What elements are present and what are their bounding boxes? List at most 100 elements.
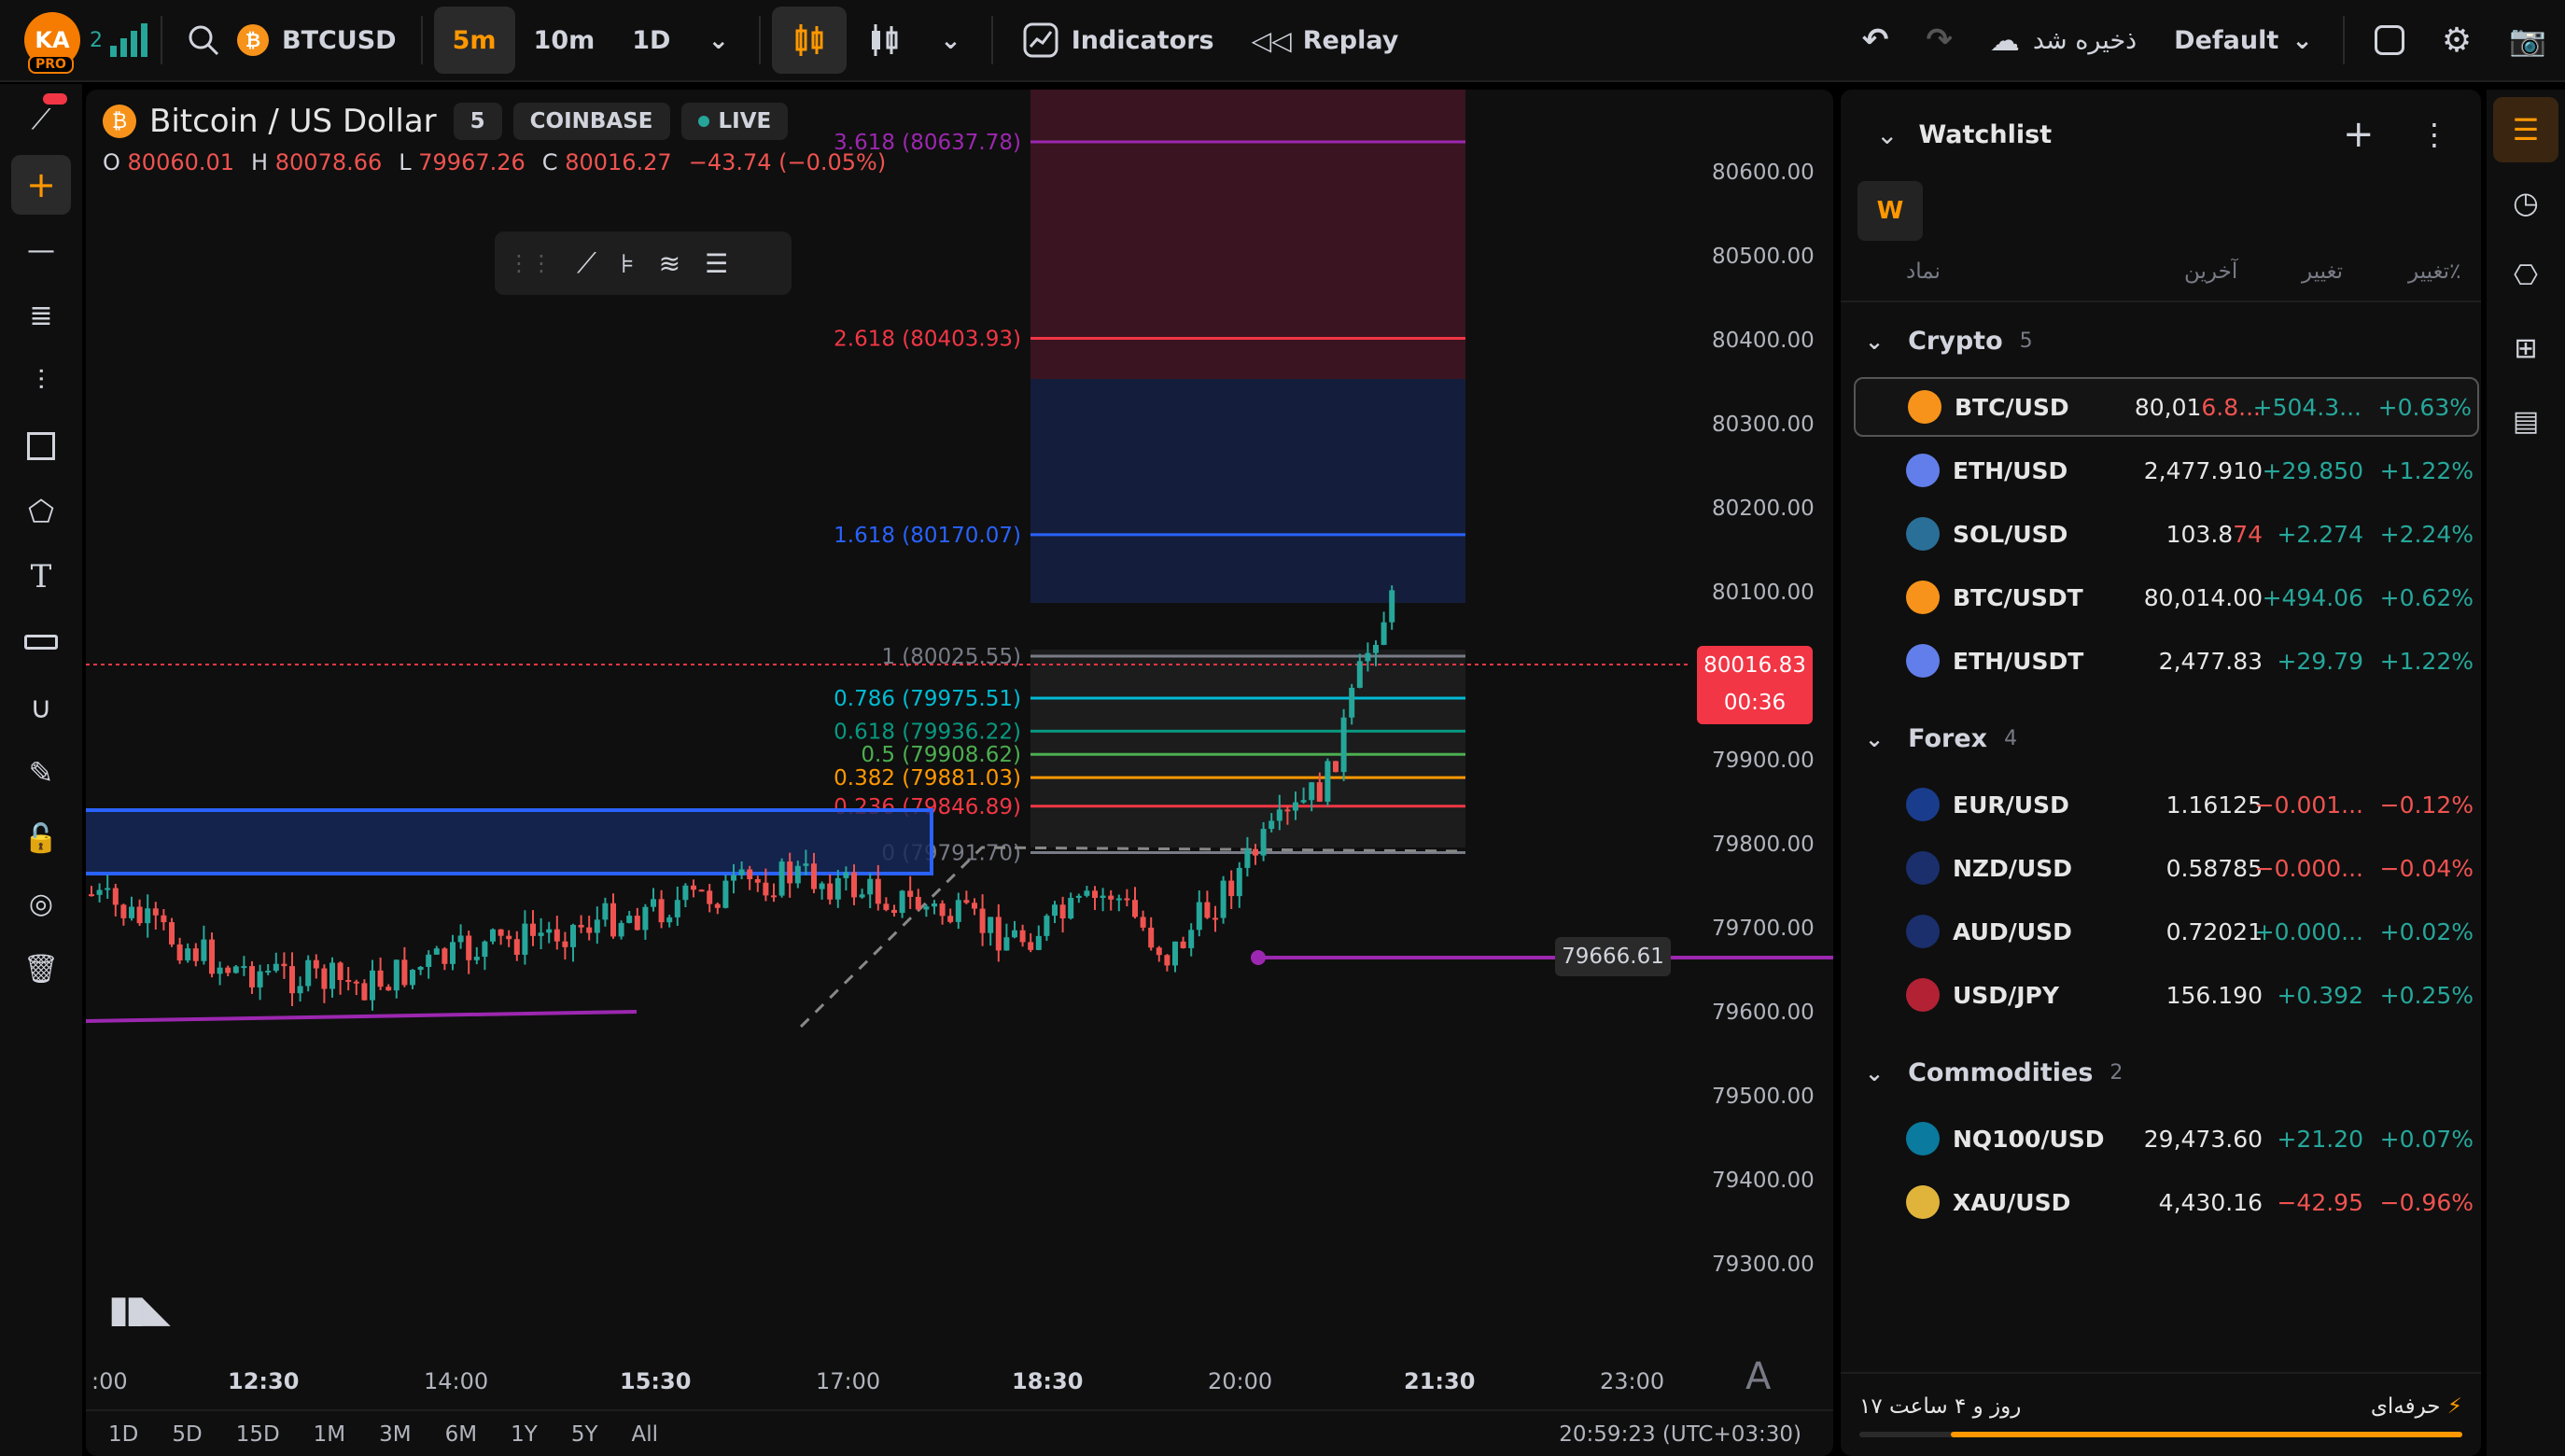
- header-symbol[interactable]: نماد: [1906, 259, 1941, 284]
- range-button-5y[interactable]: 5Y: [571, 1422, 598, 1447]
- range-button-1y[interactable]: 1Y: [511, 1422, 538, 1447]
- header-last[interactable]: آخرین: [2184, 259, 2237, 284]
- crosshair-tool[interactable]: +: [11, 155, 71, 215]
- save-status[interactable]: ☁ ذخیره شد: [1971, 7, 2155, 74]
- interval-pill[interactable]: 5: [453, 103, 502, 140]
- polygon-tool[interactable]: ⬠: [11, 482, 71, 541]
- rectangle-tool[interactable]: [11, 416, 71, 476]
- indicators-button[interactable]: Indicators: [1004, 7, 1233, 74]
- watchlist-row[interactable]: ETH/USDT 2,477.83 +29.79 +1.22%: [1854, 631, 2479, 691]
- interval-10m[interactable]: 10m: [515, 7, 614, 74]
- brush-tool[interactable]: ✎: [11, 743, 71, 803]
- range-button-1m[interactable]: 1M: [314, 1422, 345, 1447]
- range-button-6m[interactable]: 6M: [445, 1422, 477, 1447]
- floating-drawing-toolbar[interactable]: ⋮⋮ ⟋ ⊧ ≋ ☰: [495, 231, 792, 295]
- text-tool[interactable]: T: [11, 547, 71, 607]
- pattern-tool[interactable]: ⫶: [11, 351, 71, 411]
- interval-1d[interactable]: 1D: [613, 7, 689, 74]
- magnet-tool[interactable]: ∪: [11, 678, 71, 737]
- pitchfork-icon[interactable]: ⊧: [621, 248, 635, 279]
- new-feature-tool[interactable]: ⟋: [11, 90, 71, 149]
- bot-rail-button[interactable]: ⎔: [2493, 243, 2558, 308]
- watchlist-row[interactable]: USD/JPY 156.190 +0.392 +0.25%: [1854, 965, 2479, 1025]
- watchlist-row[interactable]: EUR/USD 1.16125 −0.001... −0.12%: [1854, 775, 2479, 834]
- header-change[interactable]: تغییر: [2302, 259, 2343, 284]
- more-options-icon[interactable]: ⋮: [2419, 117, 2449, 152]
- horizontal-line-label[interactable]: 79666.61: [1555, 937, 1671, 976]
- candle-body: [370, 970, 375, 1001]
- watchlist-rail-button[interactable]: ☰: [2493, 97, 2558, 162]
- chart-type-dropdown[interactable]: ⌄: [921, 7, 980, 74]
- interval-5m[interactable]: 5m: [433, 7, 515, 74]
- settings-lines-icon[interactable]: ☰: [705, 248, 728, 279]
- watchlist-row[interactable]: NZD/USD 0.58785 −0.000... −0.04%: [1854, 838, 2479, 898]
- range-button-1d[interactable]: 1D: [108, 1422, 138, 1447]
- pro-badge: PRO: [28, 55, 74, 74]
- parallel-channel-icon[interactable]: ≋: [659, 248, 680, 279]
- user-avatar[interactable]: KA PRO: [24, 12, 80, 74]
- interval-dropdown[interactable]: ⌄: [689, 7, 748, 74]
- watchlist-row[interactable]: AUD/USD 0.72021 +0.000... +0.02%: [1854, 902, 2479, 961]
- drag-handle-icon[interactable]: ⋮⋮: [508, 250, 553, 276]
- chevron-down-icon[interactable]: ⌄: [1876, 119, 1898, 150]
- screenshot-button[interactable]: 📷: [2490, 7, 2565, 74]
- measure-tool[interactable]: [11, 612, 71, 672]
- row-percent: +0.63%: [2377, 393, 2472, 421]
- alerts-rail-button[interactable]: ◷: [2493, 170, 2558, 235]
- add-symbol-icon[interactable]: +: [2343, 113, 2375, 156]
- redo-button[interactable]: ↷: [1907, 7, 1971, 74]
- chart-canvas[interactable]: 3.618 (80637.78)2.618 (80403.93)1.618 (8…: [86, 90, 1833, 1456]
- range-button-5d[interactable]: 5D: [172, 1422, 202, 1447]
- hide-tool[interactable]: ◎: [11, 874, 71, 933]
- candle-body: [674, 900, 680, 917]
- delete-tool[interactable]: 🗑: [11, 939, 71, 999]
- line-tool-icon[interactable]: ⟋: [577, 247, 596, 280]
- chart-type-candles[interactable]: [772, 7, 848, 74]
- trend-line-tool[interactable]: —: [11, 220, 71, 280]
- clock-label[interactable]: 20:59:23 (UTC+03:30): [1559, 1422, 1801, 1447]
- fullscreen-button[interactable]: [2356, 7, 2423, 74]
- watchlist-row[interactable]: SOL/USD 103.874 +2.274 +2.24%: [1854, 504, 2479, 564]
- exchange-pill[interactable]: COINBASE: [512, 103, 670, 140]
- plan-name[interactable]: حرفه‌ای ⚡: [2371, 1394, 2462, 1419]
- range-button-3m[interactable]: 3M: [379, 1422, 411, 1447]
- range-button-15d[interactable]: 15D: [236, 1422, 280, 1447]
- watchlist-group-forex[interactable]: ⌄ Forex 4: [1865, 724, 2017, 753]
- tradingview-logo[interactable]: ▮▮◣: [108, 1288, 171, 1331]
- undo-button[interactable]: ↶: [1843, 7, 1908, 74]
- auto-scale-button[interactable]: A: [1745, 1355, 1771, 1398]
- symbol-title[interactable]: Bitcoin / US Dollar: [149, 103, 437, 140]
- price-tick-label: 79400.00: [1712, 1169, 1815, 1193]
- candle-body: [939, 903, 946, 917]
- watchlist-group-crypto[interactable]: ⌄ Crypto 5: [1865, 327, 2033, 356]
- range-button-all[interactable]: All: [632, 1422, 659, 1447]
- watchlist-row[interactable]: BTC/USDT 80,014.00 +494.06 +0.62%: [1854, 567, 2479, 627]
- price-axis[interactable]: 80600.00 80500.00 80400.00 80300.00 80200.00…: [1691, 90, 1833, 1359]
- candle-body: [1356, 661, 1363, 688]
- watchlist-group-commodities[interactable]: ⌄ Commodities 2: [1865, 1058, 2123, 1087]
- top-toolbar: KA PRO 2 ₿ BTCUSD 5m 10m 1D ⌄ ⌄ Indicato: [0, 0, 2565, 82]
- price-tick-label: 80300.00: [1712, 413, 1815, 437]
- notes-rail-button[interactable]: ▤: [2493, 388, 2558, 454]
- watchlist-row[interactable]: NQ100/USD 29,473.60 +21.20 +0.07%: [1854, 1109, 2479, 1169]
- layout-button[interactable]: Default ⌄: [2155, 7, 2332, 74]
- chart-pane[interactable]: 3.618 (80637.78) 2.618 (80403.93) 1.618 (8…: [86, 90, 1833, 1456]
- watchlist-row[interactable]: BTC/USD 80,016.8... +504.3... +0.63%: [1854, 377, 2479, 437]
- fib-tool[interactable]: ≣: [11, 286, 71, 345]
- time-axis[interactable]: :00 12:30 14:00 15:30 17:00 18:30 20:00 21:30 23…: [86, 1359, 1833, 1409]
- candle-body: [112, 888, 119, 905]
- watchlist-row[interactable]: ETH/USD 2,477.910 +29.850 +1.22%: [1854, 441, 2479, 500]
- lock-tool[interactable]: 🔓: [11, 808, 71, 868]
- watchlist-title[interactable]: Watchlist: [1918, 120, 2052, 149]
- symbol-search-button[interactable]: ₿ BTCUSD: [174, 7, 410, 74]
- settings-button[interactable]: ⚙: [2423, 7, 2490, 74]
- chart-type-bars[interactable]: [847, 7, 921, 74]
- header-pct[interactable]: تغییر٪: [2408, 259, 2460, 284]
- watchlist-w-badge[interactable]: W: [1857, 181, 1923, 241]
- replay-button[interactable]: ◁◁ Replay: [1233, 7, 1418, 74]
- live-pill[interactable]: LIVE: [680, 103, 789, 140]
- candle-body: [1052, 904, 1058, 917]
- candle-body: [586, 927, 593, 933]
- tree-rail-button[interactable]: ⊞: [2493, 315, 2558, 381]
- watchlist-row[interactable]: XAU/USD 4,430.16 −42.95 −0.96%: [1854, 1172, 2479, 1232]
